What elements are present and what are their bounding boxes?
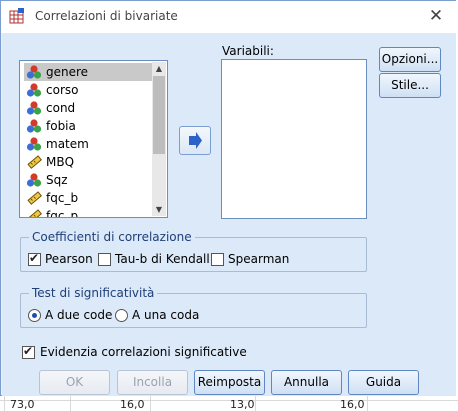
close-button[interactable]: ✕ — [425, 4, 447, 28]
spearman-checkbox[interactable] — [211, 253, 224, 266]
spearman-label: Spearman — [228, 252, 290, 266]
bg-cell: 16,0 — [340, 398, 365, 411]
help-button[interactable]: Guida — [348, 370, 419, 395]
significance-group-title: Test di significatività — [29, 286, 158, 300]
bivariate-correlations-dialog: Correlazioni di bivariate ✕ fqc_p fqc_b Sq… — [0, 0, 457, 396]
variable-list-item[interactable]: cond — [24, 99, 152, 117]
variable-label: matem — [46, 137, 89, 151]
variable-label: fqc_b — [46, 191, 79, 205]
variable-label: cond — [46, 101, 76, 115]
variable-list-item[interactable]: fobia — [24, 117, 152, 135]
variable-label: Sqz — [46, 173, 68, 187]
nominal-icon — [26, 65, 42, 79]
move-to-variables-button[interactable] — [179, 126, 211, 155]
two-tailed-label: A due code — [45, 308, 113, 322]
title-bar: Correlazioni di bivariate ✕ — [1, 1, 457, 33]
correlation-group-title: Coefficienti di correlazione — [29, 230, 195, 244]
scale-icon — [27, 209, 42, 217]
paste-button[interactable]: Incolla — [117, 370, 188, 395]
vertical-scrollbar[interactable]: ▲ ▼ — [152, 62, 166, 216]
variable-list-item[interactable]: matem — [24, 135, 152, 153]
pearson-checkbox[interactable] — [28, 251, 41, 266]
one-tailed-radio[interactable] — [115, 309, 128, 322]
variable-label: genere — [46, 65, 89, 79]
scroll-up-icon[interactable]: ▲ — [152, 62, 166, 75]
flag-significant-checkbox[interactable] — [22, 344, 35, 359]
bg-cell: 13,0 — [230, 398, 255, 411]
correlation-coefficients-group: Coefficienti di correlazione Pearson Tau… — [20, 230, 367, 272]
cancel-button[interactable]: Annulla — [271, 370, 342, 395]
variables-label: Variabili: — [222, 44, 274, 58]
kendall-label: Tau-b di Kendall — [115, 252, 210, 266]
reset-button[interactable]: Reimposta — [194, 370, 265, 395]
arrow-right-icon — [189, 132, 202, 149]
app-icon — [9, 8, 24, 24]
one-tailed-label: A una coda — [132, 308, 200, 322]
style-button[interactable]: Stile... — [379, 73, 441, 98]
nominal-icon — [26, 119, 42, 133]
source-variable-list[interactable]: fqc_p fqc_b Sqz MBQ matem fobia cond corso gener… — [19, 60, 168, 218]
window-title: Correlazioni di bivariate — [35, 9, 178, 23]
two-tailed-radio[interactable] — [28, 309, 41, 322]
variable-list-item[interactable]: corso — [24, 81, 152, 99]
nominal-icon — [26, 137, 42, 151]
significance-test-group: Test di significatività A due code A una… — [20, 286, 367, 328]
variable-label: corso — [46, 83, 79, 97]
target-variable-list[interactable] — [221, 59, 367, 219]
bg-cell: 73,0 — [10, 398, 35, 411]
scroll-down-icon[interactable]: ▼ — [152, 203, 166, 216]
variable-list-item[interactable]: fqc_b — [24, 189, 152, 207]
variable-label: MBQ — [46, 155, 75, 169]
pearson-label: Pearson — [45, 252, 93, 266]
variable-label: fqc_p — [46, 209, 79, 218]
kendall-checkbox[interactable] — [98, 253, 111, 266]
options-button[interactable]: Opzioni... — [379, 47, 441, 72]
nominal-icon — [26, 83, 42, 97]
nominal-icon — [26, 101, 42, 115]
variable-list-item[interactable]: MBQ — [24, 153, 152, 171]
scale-icon — [27, 191, 42, 205]
scroll-thumb[interactable] — [153, 76, 165, 154]
ok-button[interactable]: OK — [39, 370, 110, 395]
variable-label: fobia — [46, 119, 76, 133]
nominal-icon — [26, 173, 42, 187]
variable-list-item[interactable]: fqc_p — [24, 207, 152, 218]
bg-cell: 16,0 — [120, 398, 145, 411]
flag-significant-label: Evidenzia correlazioni significative — [40, 345, 247, 359]
variables-label-text: Variabili: — [222, 44, 274, 58]
variable-list-item[interactable]: Sqz — [24, 171, 152, 189]
variable-list-item[interactable]: genere — [24, 63, 152, 81]
scale-icon — [27, 155, 42, 169]
